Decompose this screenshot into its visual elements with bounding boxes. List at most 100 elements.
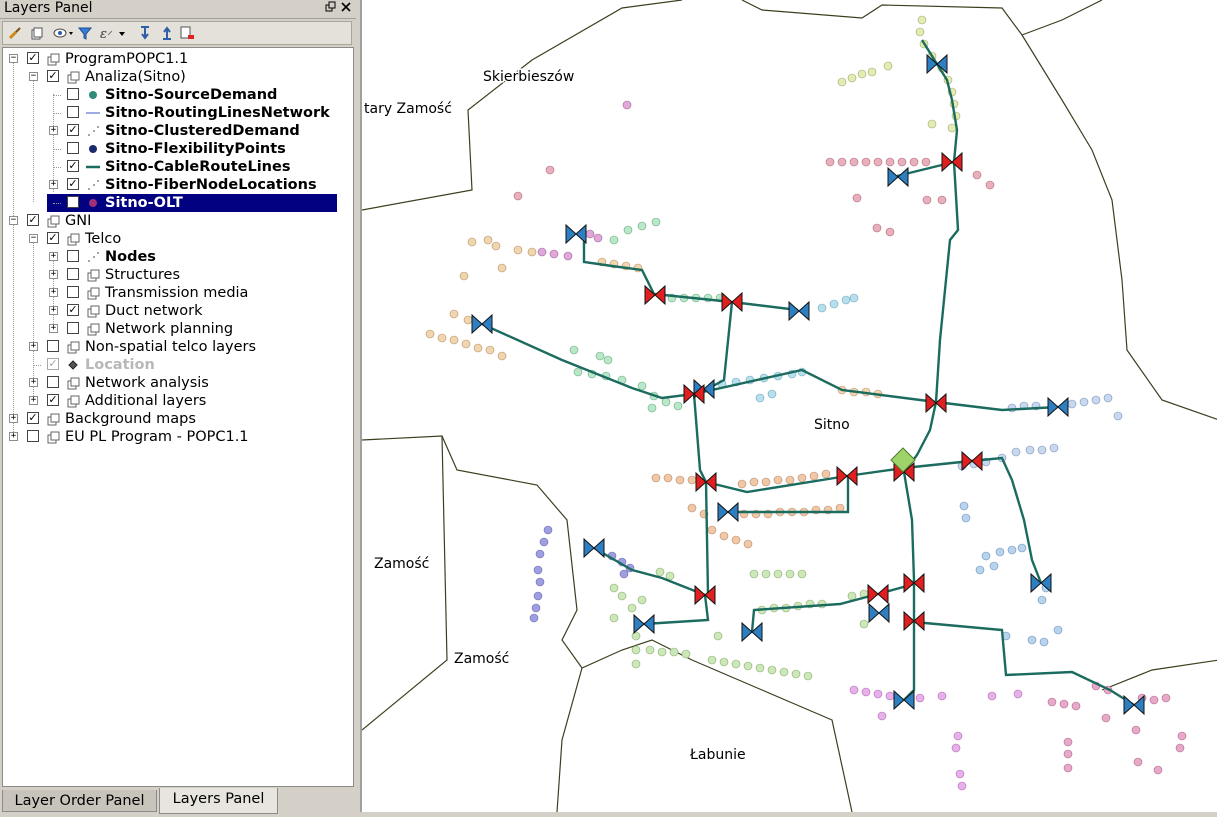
layer-label: Analiza(Sitno)	[85, 69, 186, 85]
splitter-marker[interactable]	[867, 583, 889, 605]
tree-item[interactable]: ✓ Sitno-CableRouteLines	[3, 158, 353, 176]
remove-layer-icon[interactable]	[179, 25, 195, 41]
layer-visibility-checkbox[interactable]: ✓	[67, 304, 79, 316]
expand-toggle-icon[interactable]: +	[29, 396, 38, 405]
line-symbol-icon	[85, 105, 101, 121]
layer-visibility-checkbox[interactable]	[47, 340, 59, 352]
map-canvas[interactable]: Skierbieszów tary Zamość Sitno Zamość Za…	[360, 0, 1217, 812]
fiber-node-marker[interactable]	[583, 537, 605, 559]
expand-toggle-icon[interactable]: +	[9, 432, 18, 441]
expand-toggle-icon[interactable]: +	[29, 342, 38, 351]
tree-item[interactable]: + ✓ Additional layers	[3, 392, 353, 410]
layer-visibility-checkbox[interactable]: ✓	[67, 160, 79, 172]
layer-visibility-checkbox[interactable]	[67, 142, 79, 154]
fiber-node-marker[interactable]	[887, 166, 909, 188]
tree-item[interactable]: ✓ Location	[3, 356, 353, 374]
layer-tree: − ✓ ProgramPOPC1.1− ✓ Analiza(Sitno) Sitno-So…	[2, 47, 354, 787]
panel-title: Layers Panel	[4, 0, 93, 16]
tab-layers-panel[interactable]: Layers Panel	[159, 788, 278, 814]
tree-item[interactable]: − ✓ ProgramPOPC1.1	[3, 50, 353, 68]
layer-visibility-checkbox[interactable]: ✓	[47, 394, 59, 406]
splitter-marker[interactable]	[941, 151, 963, 173]
splitter-marker[interactable]	[644, 284, 666, 306]
tree-item[interactable]: + Network analysis	[3, 374, 353, 392]
map-labels: Skierbieszów tary Zamość Sitno Zamość Za…	[363, 68, 852, 765]
layer-visibility-checkbox[interactable]: ✓	[27, 412, 39, 424]
collapse-all-icon[interactable]	[159, 25, 175, 41]
brush-icon[interactable]	[7, 25, 23, 41]
fiber-node-marker[interactable]	[868, 602, 890, 624]
expand-toggle-icon[interactable]: +	[29, 378, 38, 387]
tree-item[interactable]: − ✓ GNI	[3, 212, 353, 230]
tree-item[interactable]: + ✓ Duct network	[3, 302, 353, 320]
expand-toggle-icon[interactable]: +	[49, 126, 58, 135]
tree-item[interactable]: Sitno-FlexibilityPoints	[3, 140, 353, 158]
expression-icon[interactable]: ε	[99, 25, 125, 42]
tree-item[interactable]: − ✓ Analiza(Sitno)	[3, 68, 353, 86]
tree-item[interactable]: + ✓ Sitno-FiberNodeLocations	[3, 176, 353, 194]
layer-visibility-checkbox[interactable]	[67, 322, 79, 334]
restore-icon[interactable]	[324, 1, 338, 15]
tree-item[interactable]: + Network planning	[3, 320, 353, 338]
tree-item[interactable]: + Non-spatial telco layers	[3, 338, 353, 356]
map-svg[interactable]: Skierbieszów tary Zamość Sitno Zamość Za…	[362, 0, 1217, 812]
collapse-toggle-icon[interactable]: −	[29, 234, 38, 243]
layer-visibility-checkbox[interactable]: ✓	[27, 214, 39, 226]
tree-item[interactable]: + ✓ Sitno-ClusteredDemand	[3, 122, 353, 140]
tree-item[interactable]: + Nodes	[3, 248, 353, 266]
tree-item[interactable]: Sitno-SourceDemand	[3, 86, 353, 104]
tab-layer-order-panel[interactable]: Layer Order Panel	[2, 790, 157, 812]
layer-visibility-checkbox[interactable]	[47, 376, 59, 388]
expand-toggle-icon[interactable]: +	[49, 306, 58, 315]
diamond-icon	[65, 357, 81, 373]
layer-visibility-checkbox[interactable]: ✓	[47, 358, 59, 370]
eye-icon[interactable]	[53, 25, 73, 41]
tree-item[interactable]: + Transmission media	[3, 284, 353, 302]
fiber-node-marker[interactable]	[633, 613, 655, 635]
fiber-node-marker[interactable]	[1047, 396, 1069, 418]
tree-item[interactable]: + ✓ Background maps	[3, 410, 353, 428]
layer-visibility-checkbox[interactable]: ✓	[67, 178, 79, 190]
tree-item[interactable]: Sitno-OLT	[3, 193, 353, 213]
layer-visibility-checkbox[interactable]	[27, 430, 39, 442]
fiber-node-marker[interactable]	[1123, 694, 1145, 716]
layer-visibility-checkbox[interactable]: ✓	[47, 70, 59, 82]
expand-all-icon[interactable]	[137, 25, 153, 41]
expand-toggle-icon[interactable]: +	[49, 288, 58, 297]
collapse-toggle-icon[interactable]: −	[29, 72, 38, 81]
fiber-node-marker[interactable]	[788, 300, 810, 322]
layer-visibility-checkbox[interactable]: ✓	[67, 124, 79, 136]
layer-visibility-checkbox[interactable]	[67, 286, 79, 298]
expand-toggle-icon[interactable]: +	[49, 252, 58, 261]
layer-visibility-checkbox[interactable]	[67, 106, 79, 118]
layer-visibility-checkbox[interactable]	[67, 88, 79, 100]
fiber-node-marker[interactable]	[1030, 572, 1052, 594]
layer-group-icon	[85, 303, 101, 319]
fiber-node-marker[interactable]	[717, 501, 739, 523]
expand-toggle-icon[interactable]: +	[49, 324, 58, 333]
layer-visibility-checkbox[interactable]	[67, 250, 79, 262]
fiber-node-marker[interactable]	[893, 689, 915, 711]
layer-group-icon	[85, 267, 101, 283]
layer-visibility-checkbox[interactable]	[67, 268, 79, 280]
expand-toggle-icon[interactable]: +	[49, 180, 58, 189]
layer-label: Transmission media	[105, 285, 249, 301]
layer-visibility-checkbox[interactable]: ✓	[47, 232, 59, 244]
tree-item[interactable]: Sitno-RoutingLinesNetwork	[3, 104, 353, 122]
expand-toggle-icon[interactable]: +	[49, 270, 58, 279]
add-group-icon[interactable]	[29, 25, 45, 41]
collapse-toggle-icon[interactable]: −	[9, 216, 18, 225]
filter-icon[interactable]	[77, 25, 93, 41]
fiber-node-marker[interactable]	[926, 53, 948, 75]
layer-label: Nodes	[105, 249, 156, 265]
fiber-node-marker[interactable]	[565, 223, 587, 245]
close-icon[interactable]	[339, 1, 353, 15]
layer-visibility-checkbox[interactable]	[67, 196, 79, 208]
layer-visibility-checkbox[interactable]: ✓	[27, 52, 39, 64]
tree-item[interactable]: − ✓ Telco	[3, 230, 353, 248]
expand-toggle-icon[interactable]: +	[9, 414, 18, 423]
collapse-toggle-icon[interactable]: −	[9, 54, 18, 63]
tree-item[interactable]: + EU PL Program - POPC1.1	[3, 428, 353, 446]
fiber-node-marker[interactable]	[471, 313, 493, 335]
tree-item[interactable]: + Structures	[3, 266, 353, 284]
